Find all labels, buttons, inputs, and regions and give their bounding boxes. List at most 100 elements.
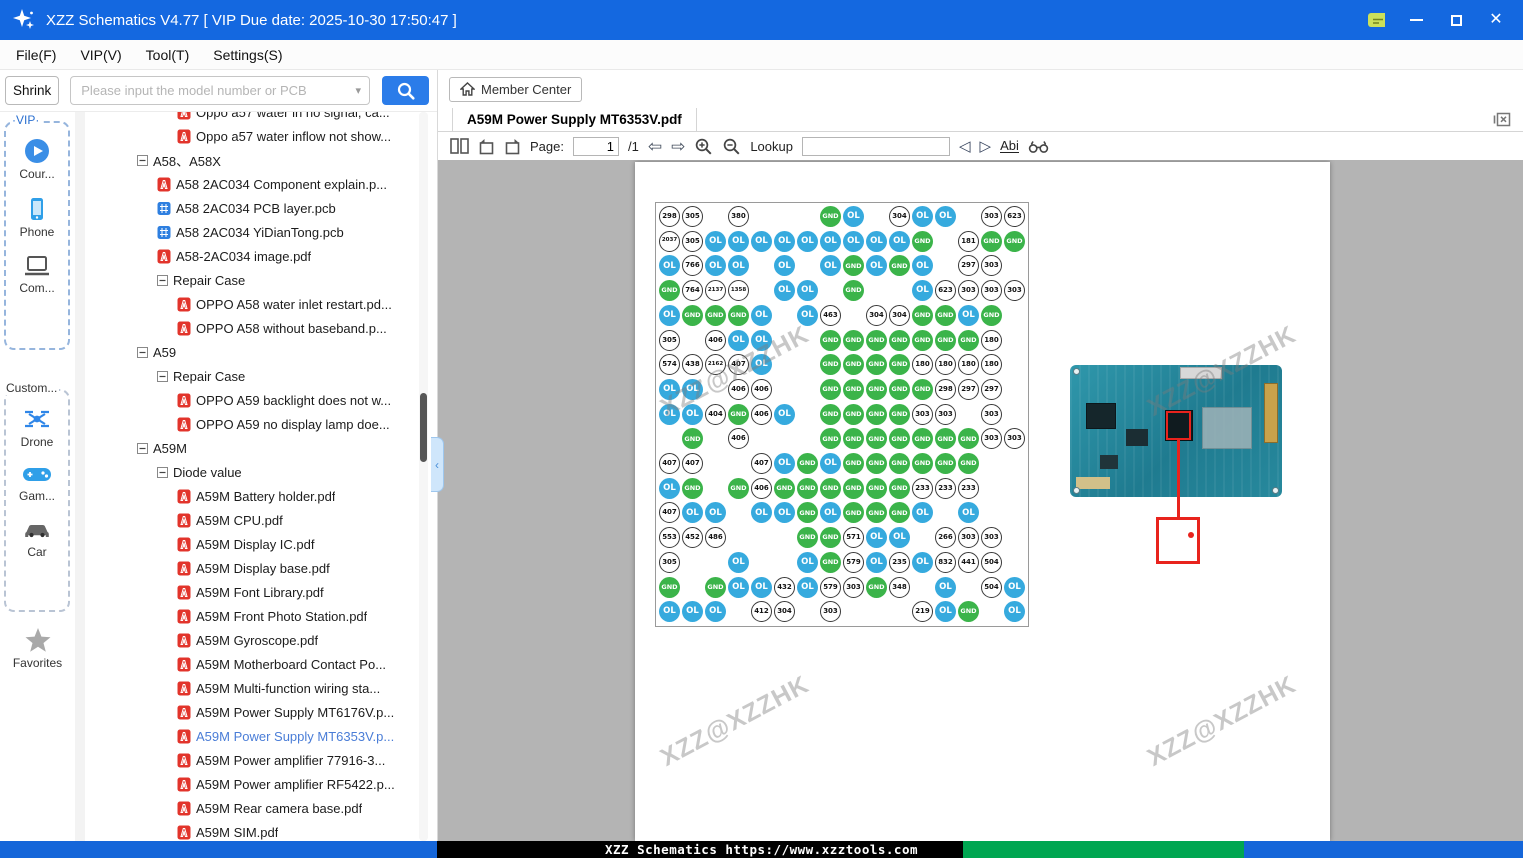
document-area: 298 305 380 GND OL 304 OL OL 303 623 2037 305 OL OL OL…: [438, 160, 1523, 841]
page-total-label: /1: [627, 138, 639, 154]
next-view-icon[interactable]: ⇨: [671, 138, 685, 155]
menu-file[interactable]: File(F): [4, 43, 68, 67]
tree-file-item[interactable]: OPPO A58 water inlet restart.pd...: [75, 292, 430, 316]
tree-file-item[interactable]: A59M SIM.pdf: [75, 820, 430, 841]
find-next-icon[interactable]: ▷: [980, 139, 992, 154]
diode-cell: 623: [935, 280, 956, 302]
tree-item-label: A59M Front Photo Station.pdf: [196, 608, 368, 624]
rotate-left-icon[interactable]: [478, 138, 495, 155]
tree-file-item[interactable]: A59M CPU.pdf: [75, 508, 430, 532]
diode-cell: GND: [843, 453, 864, 474]
menu-settings[interactable]: Settings(S): [201, 43, 294, 67]
sidebar-item-gam[interactable]: Gam...: [6, 464, 68, 503]
diode-cell: 579: [843, 551, 864, 573]
tree-file-item[interactable]: A59M Battery holder.pdf: [75, 484, 430, 508]
collapse-icon[interactable]: [157, 370, 168, 382]
zoom-out-icon[interactable]: [722, 137, 741, 156]
sidebar-item-car[interactable]: Car: [6, 518, 68, 559]
minimize-button[interactable]: [1407, 11, 1425, 29]
collapse-icon[interactable]: [137, 154, 148, 166]
tree-scrollbar[interactable]: [419, 112, 428, 841]
tree-file-item[interactable]: OPPO A59 no display lamp doe...: [75, 412, 430, 436]
tree-file-item[interactable]: OPPO A59 backlight does not w...: [75, 388, 430, 412]
sidebar-item-label: Com...: [19, 281, 55, 295]
diode-cell: OL: [751, 502, 772, 524]
diode-cell: OL: [935, 601, 956, 623]
tree-file-item[interactable]: A58 2AC034 Component explain.p...: [75, 172, 430, 196]
tree-file-item[interactable]: Oppo a57 water inflow not show...: [75, 124, 430, 148]
sidebar-item-com[interactable]: Com...: [6, 254, 68, 295]
diode-cell: 2037: [659, 230, 680, 252]
tree-file-item[interactable]: OPPO A58 without baseband.p...: [75, 316, 430, 340]
sidebar-item-favorites[interactable]: Favorites: [0, 627, 75, 670]
close-button[interactable]: ✕: [1487, 11, 1505, 29]
member-center-button[interactable]: Member Center: [449, 76, 583, 102]
tree-file-item[interactable]: A59M Gyroscope.pdf: [75, 628, 430, 652]
tree-file-item[interactable]: A59M Power amplifier 77916-3...: [75, 748, 430, 772]
menu-vip[interactable]: VIP(V): [68, 43, 133, 67]
tree-file-item[interactable]: Oppo a57 water in no signal, ca...: [75, 112, 430, 124]
diode-cell: GND: [820, 403, 841, 425]
tree-file-item[interactable]: A59M Display IC.pdf: [75, 532, 430, 556]
model-search-combo[interactable]: ▾: [70, 76, 371, 105]
tree-item-label: Repair Case: [173, 272, 246, 288]
window-title: XZZ Schematics V4.77 [ VIP Due date: 202…: [46, 11, 457, 29]
prev-view-icon[interactable]: ⇦: [648, 138, 662, 155]
tree-node[interactable]: Repair Case: [75, 268, 430, 292]
menu-tool[interactable]: Tool(T): [134, 43, 202, 67]
page-number-input[interactable]: [572, 136, 619, 156]
tree-file-item[interactable]: A59M Power Supply MT6176V.p...: [75, 700, 430, 724]
rotate-right-icon[interactable]: [504, 138, 521, 155]
tree-node[interactable]: Diode value: [75, 460, 430, 484]
tree-file-item[interactable]: A59M Display base.pdf: [75, 556, 430, 580]
document-tab-bar: A59M Power Supply MT6353V.pdf: [438, 108, 1523, 132]
document-tab-active[interactable]: A59M Power Supply MT6353V.pdf: [452, 108, 697, 131]
tree-file-item[interactable]: A59M Front Photo Station.pdf: [75, 604, 430, 628]
close-document-icon[interactable]: [1493, 112, 1511, 127]
maximize-button[interactable]: [1447, 11, 1465, 29]
tree-node[interactable]: A59: [75, 340, 430, 364]
tree-file-item[interactable]: A59M Power Supply MT6353V.p...: [75, 724, 430, 748]
tree-file-item[interactable]: A58 2AC034 PCB layer.pcb: [75, 196, 430, 220]
diode-cell: GND: [958, 601, 979, 623]
search-button[interactable]: [382, 76, 430, 105]
find-previous-icon[interactable]: ◁: [959, 139, 971, 154]
collapse-icon[interactable]: [137, 346, 148, 358]
diode-cell: GND: [866, 403, 887, 425]
vip-card-icon[interactable]: [1367, 11, 1385, 29]
diode-cell: GND: [866, 502, 887, 524]
lookup-input[interactable]: [801, 136, 950, 156]
model-search-input[interactable]: [71, 83, 348, 98]
diode-cell: 407: [682, 453, 703, 474]
page-label: Page:: [530, 138, 564, 154]
tree-file-item[interactable]: A59M Rear camera base.pdf: [75, 796, 430, 820]
tree-file-item[interactable]: A59M Motherboard Contact Po...: [75, 652, 430, 676]
shrink-button[interactable]: Shrink: [5, 76, 60, 105]
tree-node[interactable]: Repair Case: [75, 364, 430, 388]
zoom-in-icon[interactable]: [694, 137, 713, 156]
diode-cell: GND: [935, 428, 956, 450]
tree-file-item[interactable]: A58-2AC034 image.pdf: [75, 244, 430, 268]
pdf-file-icon: [177, 393, 191, 408]
collapse-icon[interactable]: [157, 466, 168, 478]
tree-node[interactable]: A58、A58X: [75, 148, 430, 172]
match-case-toggle[interactable]: Abi: [1000, 139, 1019, 154]
diode-cell: 303: [843, 576, 864, 598]
tree-scrollbar-thumb[interactable]: [420, 393, 427, 462]
binoculars-icon[interactable]: [1028, 139, 1049, 154]
two-page-view-icon[interactable]: [450, 138, 469, 154]
collapse-icon[interactable]: [137, 442, 148, 454]
tree-file-item[interactable]: A59M Power amplifier RF5422.p...: [75, 772, 430, 796]
tree-node[interactable]: A59M: [75, 436, 430, 460]
tree-file-item[interactable]: A58 2AC034 YiDianTong.pcb: [75, 220, 430, 244]
sidebar-item-phone[interactable]: Phone: [6, 196, 68, 239]
diode-cell: 180: [935, 354, 956, 376]
sidebar-item-cour[interactable]: Cour...: [6, 138, 68, 181]
collapse-icon[interactable]: [157, 274, 168, 286]
tree-file-item[interactable]: A59M Font Library.pdf: [75, 580, 430, 604]
panel-collapse-handle[interactable]: ‹: [431, 437, 444, 492]
tree-file-item[interactable]: A59M Multi-function wiring sta...: [75, 676, 430, 700]
pcb-shield: [1202, 407, 1252, 449]
chevron-down-icon[interactable]: ▾: [347, 84, 369, 97]
sidebar-item-drone[interactable]: Drone: [6, 406, 68, 449]
